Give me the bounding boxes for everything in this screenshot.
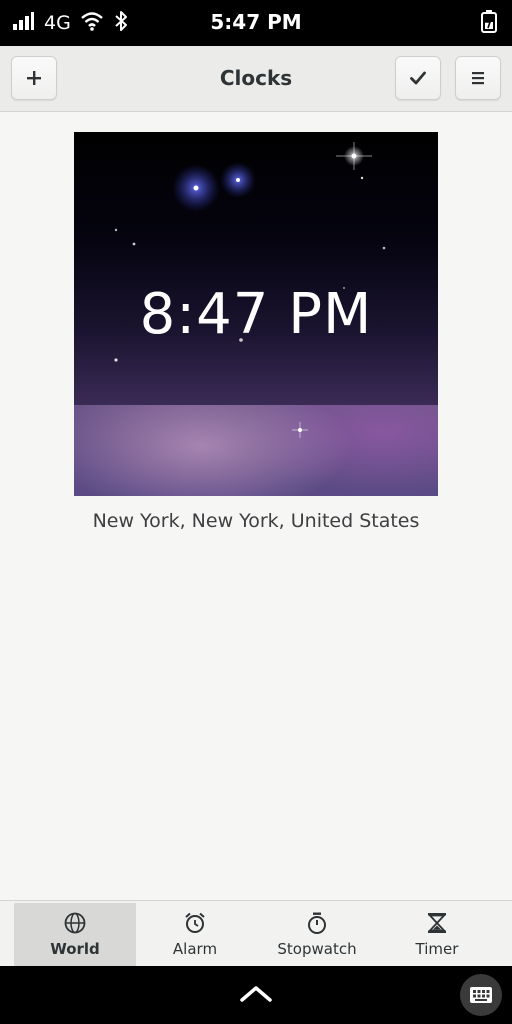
hamburger-menu-icon — [472, 72, 484, 85]
tab-stopwatch[interactable]: Stopwatch — [256, 903, 378, 966]
status-bar: 4G 5:47 PM — [0, 0, 512, 46]
tab-timer-label: Timer — [415, 939, 459, 958]
tab-stopwatch-label: Stopwatch — [277, 939, 357, 958]
hourglass-icon — [427, 912, 447, 933]
globe-icon — [64, 912, 86, 933]
status-time: 5:47 PM — [210, 10, 302, 34]
checkmark-icon — [410, 71, 426, 85]
tab-alarm[interactable]: Alarm — [134, 903, 256, 966]
header-bar: Clocks — [0, 46, 512, 112]
status-right — [480, 10, 500, 36]
battery-charging-icon — [480, 9, 500, 37]
night-sky-stars — [114, 142, 386, 362]
horizon-glow — [74, 405, 438, 496]
world-clock-location: New York, New York, United States — [92, 510, 420, 532]
chevron-up-icon — [240, 986, 272, 1002]
sparkle-star — [292, 422, 308, 438]
keyboard-toggle-button[interactable] — [460, 974, 502, 1016]
tab-world[interactable]: World — [14, 903, 136, 966]
app-drawer-button[interactable] — [236, 982, 276, 1010]
tab-alarm-label: Alarm — [172, 939, 218, 958]
tab-world-label: World — [50, 939, 100, 958]
menu-button[interactable] — [455, 56, 501, 100]
world-clock-tile[interactable]: 8:47 PM — [74, 132, 438, 496]
tab-timer[interactable]: Timer — [376, 903, 498, 966]
keyboard-icon — [470, 987, 492, 1003]
system-nav-bar — [0, 966, 512, 1024]
stopwatch-icon — [308, 912, 326, 934]
alarm-clock-icon — [185, 912, 205, 933]
selection-mode-button[interactable] — [395, 56, 441, 100]
view-switcher: World Alarm Stopwatch Timer — [0, 900, 512, 966]
world-clock-time: 8:47 PM — [139, 282, 373, 347]
